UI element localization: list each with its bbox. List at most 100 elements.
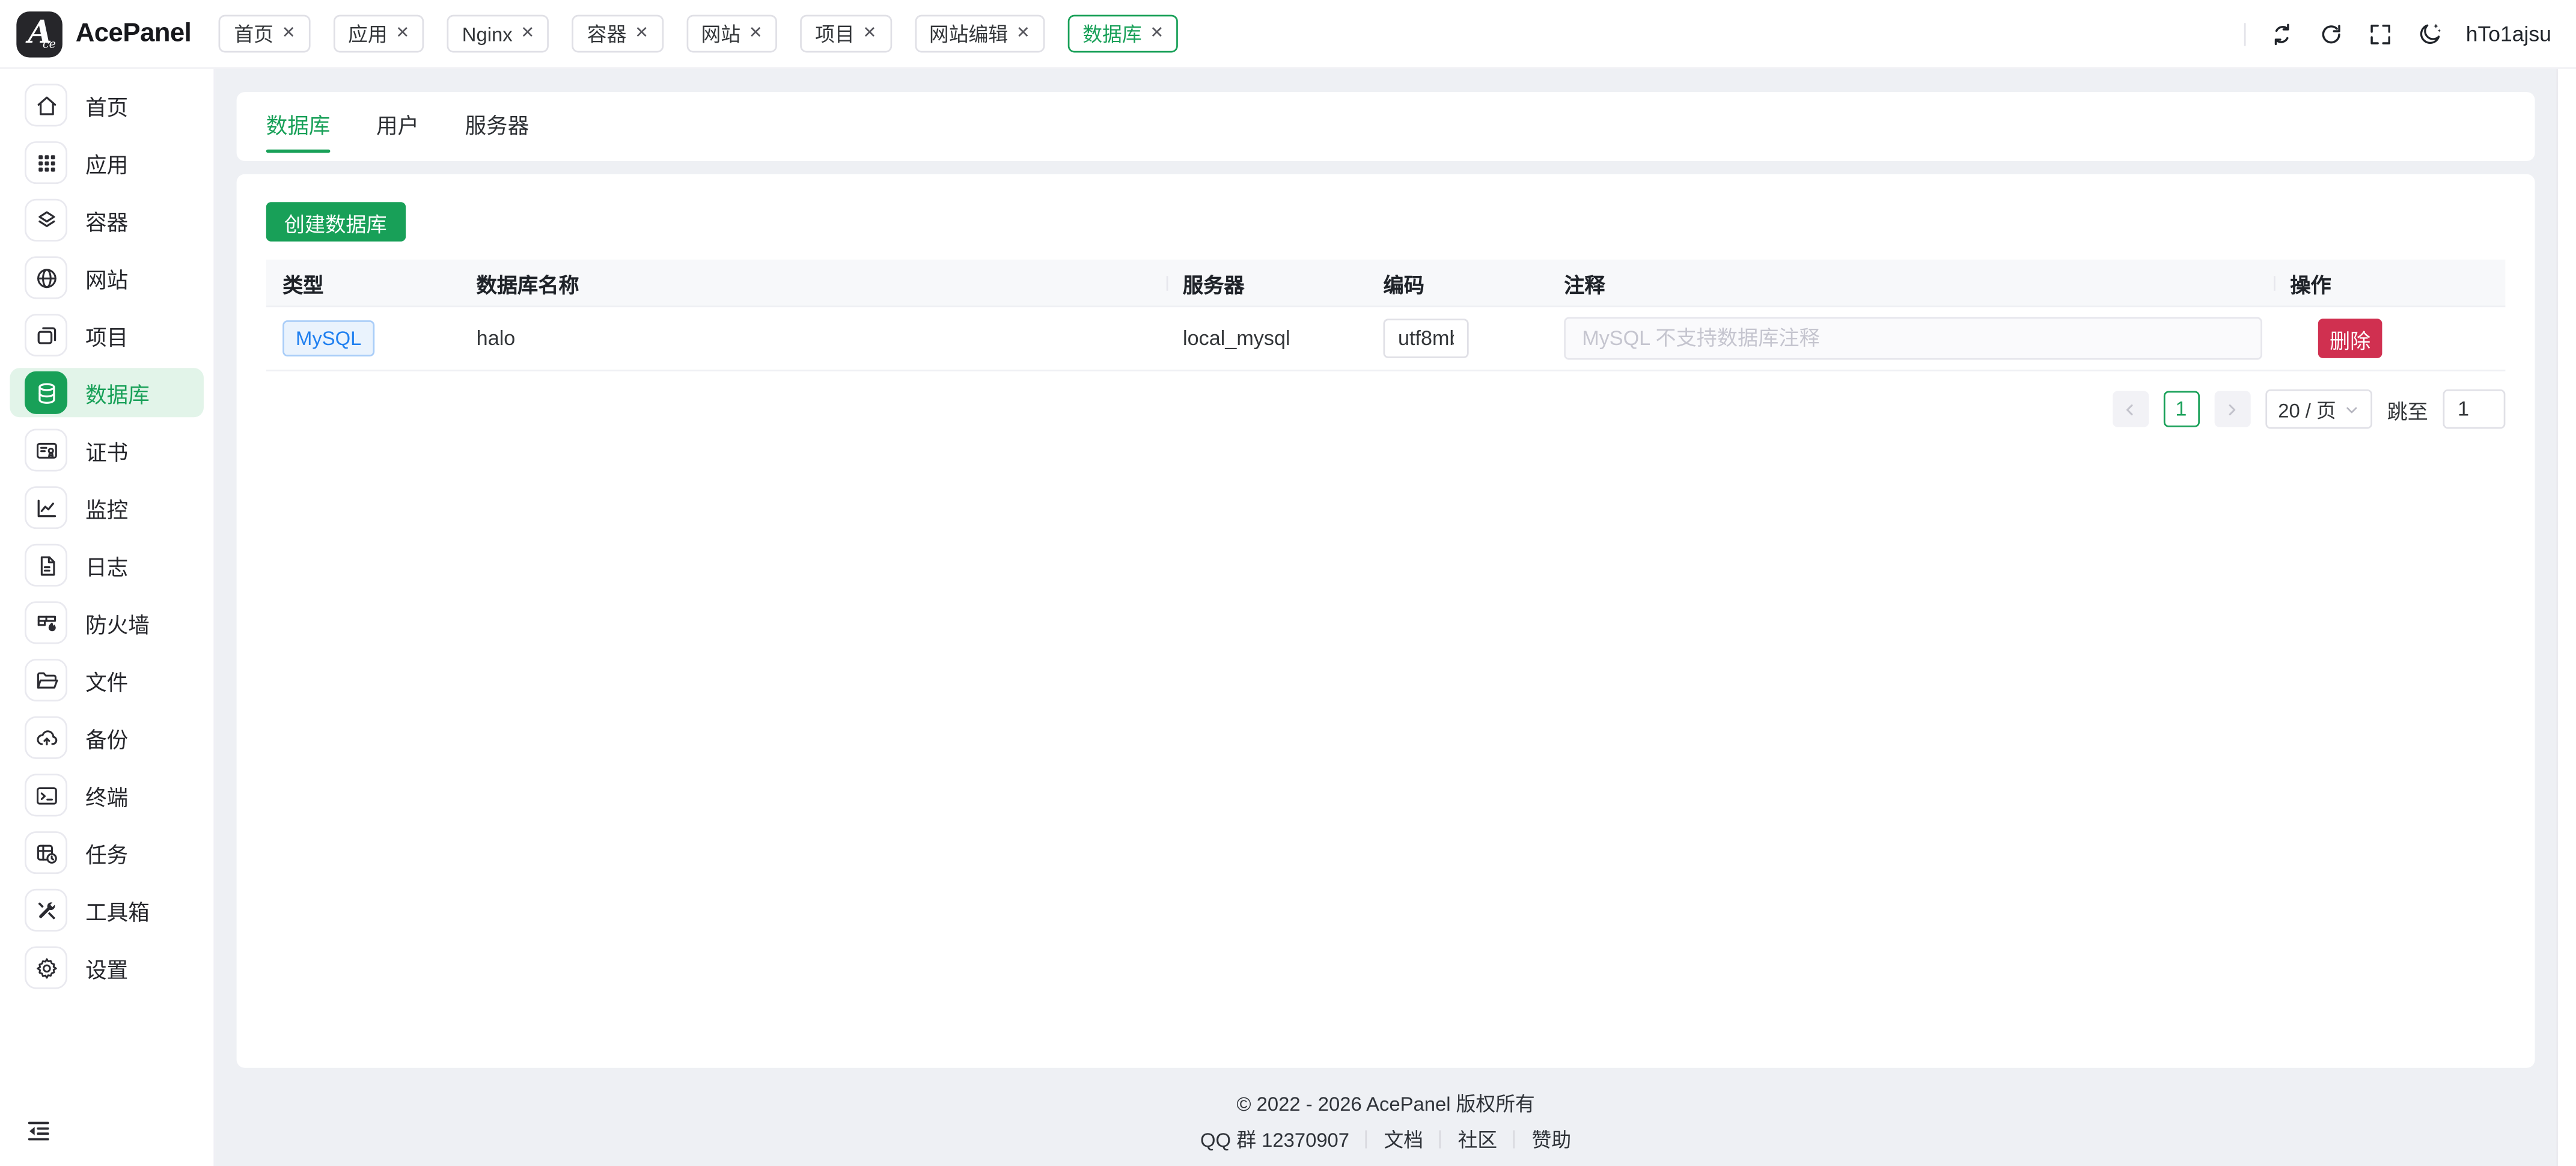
top-tab-nginx[interactable]: Nginx✕ bbox=[447, 15, 549, 53]
fullscreen-icon[interactable] bbox=[2367, 20, 2394, 47]
divider bbox=[2244, 22, 2246, 45]
scrollbar-gutter[interactable] bbox=[2556, 69, 2576, 1166]
page-number-1[interactable]: 1 bbox=[2163, 391, 2199, 427]
home-icon bbox=[25, 84, 67, 126]
close-icon[interactable]: ✕ bbox=[635, 25, 649, 41]
top-tab-strip: 首页✕ 应用✕ Nginx✕ 容器✕ 网站✕ 项目✕ 网站编辑✕ 数据库✕ bbox=[219, 15, 2244, 53]
sidebar-item-database[interactable]: 数据库 bbox=[10, 368, 204, 417]
top-tab-database[interactable]: 数据库✕ bbox=[1068, 15, 1179, 53]
sidebar-item-backups[interactable]: 备份 bbox=[10, 713, 204, 762]
sidebar-item-tasks[interactable]: 任务 bbox=[10, 828, 204, 878]
sidebar-item-containers[interactable]: 容器 bbox=[10, 195, 204, 245]
sidebar-item-home[interactable]: 首页 bbox=[10, 81, 204, 130]
sidebar-item-projects[interactable]: 项目 bbox=[10, 311, 204, 360]
close-icon[interactable]: ✕ bbox=[1150, 25, 1164, 41]
tasks-schedule-icon bbox=[25, 831, 67, 874]
apps-grid-icon bbox=[25, 141, 67, 184]
sidebar: 首页 应用 容器 网站 项目 数据库 证书 监控 bbox=[0, 69, 215, 1166]
comment-input[interactable] bbox=[1564, 317, 2262, 360]
qq-group-text: QQ 群 12370907 bbox=[1200, 1125, 1349, 1153]
app-logo[interactable]: A ce AcePanel bbox=[0, 11, 191, 57]
sidebar-item-apps[interactable]: 应用 bbox=[10, 138, 204, 188]
table-header-row: 类型 数据库名称 服务器 编码 注释 操作 bbox=[266, 260, 2506, 307]
create-database-button[interactable]: 创建数据库 bbox=[266, 202, 405, 242]
docs-link[interactable]: 文档 bbox=[1384, 1125, 1423, 1153]
column-header-name: 数据库名称 bbox=[460, 267, 1166, 298]
dark-mode-moon-icon[interactable] bbox=[2417, 20, 2443, 47]
certificate-icon bbox=[25, 429, 67, 471]
column-header-type: 类型 bbox=[266, 267, 460, 298]
sidebar-item-logs[interactable]: 日志 bbox=[10, 540, 204, 590]
column-header-actions: 操作 bbox=[2274, 267, 2505, 298]
prev-page-button[interactable] bbox=[2112, 391, 2148, 427]
close-icon[interactable]: ✕ bbox=[520, 25, 534, 41]
divider bbox=[1439, 1131, 1441, 1149]
sidebar-item-files[interactable]: 文件 bbox=[10, 656, 204, 705]
db-server: local_mysql bbox=[1167, 327, 1367, 350]
top-tab-websites[interactable]: 网站✕ bbox=[686, 15, 777, 53]
cloud-upload-icon bbox=[25, 716, 67, 759]
gear-icon bbox=[25, 946, 67, 989]
projects-icon bbox=[25, 314, 67, 356]
sidebar-item-certificates[interactable]: 证书 bbox=[10, 426, 204, 475]
line-chart-icon bbox=[25, 486, 67, 529]
close-icon[interactable]: ✕ bbox=[749, 25, 763, 41]
content-area: 数据库 用户 服务器 创建数据库 类型 数据库名称 服务器 编码 注释 操作 M… bbox=[215, 69, 2556, 1166]
column-header-server: 服务器 bbox=[1167, 267, 1367, 298]
sync-icon[interactable] bbox=[2269, 20, 2295, 47]
tab-databases[interactable]: 数据库 bbox=[266, 92, 331, 161]
chevron-left-icon bbox=[2121, 400, 2139, 418]
terminal-icon bbox=[25, 774, 67, 816]
close-icon[interactable]: ✕ bbox=[282, 25, 296, 41]
refresh-icon[interactable] bbox=[2318, 20, 2345, 47]
delete-button[interactable]: 删除 bbox=[2318, 319, 2382, 358]
layers-icon bbox=[25, 199, 67, 242]
top-tab-projects[interactable]: 项目✕ bbox=[801, 15, 891, 53]
page-size-select[interactable]: 20 / 页 bbox=[2265, 389, 2372, 429]
column-header-comment: 注释 bbox=[1548, 267, 2274, 298]
footer-links: QQ 群 12370907 文档 社区 赞助 bbox=[237, 1125, 2535, 1153]
globe-icon bbox=[25, 256, 67, 299]
db-name: halo bbox=[460, 327, 1166, 350]
sidebar-item-websites[interactable]: 网站 bbox=[10, 253, 204, 302]
logo-icon: A ce bbox=[16, 11, 63, 57]
close-icon[interactable]: ✕ bbox=[863, 25, 877, 41]
chevron-right-icon bbox=[2223, 400, 2241, 418]
sidebar-item-terminal[interactable]: 终端 bbox=[10, 771, 204, 820]
jump-to-label: 跳至 bbox=[2387, 394, 2428, 425]
app-title: AcePanel bbox=[76, 19, 192, 48]
sidebar-collapse-icon[interactable] bbox=[25, 1117, 52, 1144]
top-bar: A ce AcePanel 首页✕ 应用✕ Nginx✕ 容器✕ 网站✕ 项目✕… bbox=[0, 0, 2576, 69]
next-page-button[interactable] bbox=[2214, 391, 2250, 427]
username-menu[interactable]: hTo1ajsu bbox=[2466, 22, 2551, 46]
close-icon[interactable]: ✕ bbox=[1016, 25, 1030, 41]
content-tabs-card: 数据库 用户 服务器 bbox=[237, 92, 2535, 161]
close-icon[interactable]: ✕ bbox=[395, 25, 409, 41]
column-header-encoding: 编码 bbox=[1367, 267, 1548, 298]
firewall-icon bbox=[25, 601, 67, 644]
top-tab-apps[interactable]: 应用✕ bbox=[333, 15, 424, 53]
top-tab-home[interactable]: 首页✕ bbox=[219, 15, 310, 53]
copyright-text: © 2022 - 2026 AcePanel 版权所有 bbox=[237, 1089, 2535, 1117]
encoding-input[interactable] bbox=[1384, 319, 1469, 358]
jump-to-input[interactable] bbox=[2443, 389, 2506, 429]
sidebar-item-monitoring[interactable]: 监控 bbox=[10, 483, 204, 533]
database-table: 类型 数据库名称 服务器 编码 注释 操作 MySQL halo local_m… bbox=[266, 260, 2506, 371]
community-link[interactable]: 社区 bbox=[1458, 1125, 1498, 1153]
tab-servers[interactable]: 服务器 bbox=[465, 92, 530, 161]
tab-users[interactable]: 用户 bbox=[376, 92, 419, 161]
db-type-tag[interactable]: MySQL bbox=[282, 320, 374, 356]
top-actions: hTo1ajsu bbox=[2244, 20, 2576, 47]
sidebar-item-firewall[interactable]: 防火墙 bbox=[10, 598, 204, 647]
sidebar-item-toolbox[interactable]: 工具箱 bbox=[10, 885, 204, 935]
toolbox-icon bbox=[25, 889, 67, 932]
top-tab-containers[interactable]: 容器✕ bbox=[572, 15, 663, 53]
divider bbox=[1366, 1131, 1367, 1149]
sponsor-link[interactable]: 赞助 bbox=[1532, 1125, 1572, 1153]
table-row: MySQL halo local_mysql 删除 bbox=[266, 307, 2506, 371]
top-tab-website-edit[interactable]: 网站编辑✕ bbox=[914, 15, 1045, 53]
footer: © 2022 - 2026 AcePanel 版权所有 QQ 群 1237090… bbox=[237, 1089, 2535, 1153]
sidebar-item-settings[interactable]: 设置 bbox=[10, 943, 204, 992]
acepanel-app: A ce AcePanel 首页✕ 应用✕ Nginx✕ 容器✕ 网站✕ 项目✕… bbox=[0, 0, 2576, 1166]
folder-icon bbox=[25, 659, 67, 701]
